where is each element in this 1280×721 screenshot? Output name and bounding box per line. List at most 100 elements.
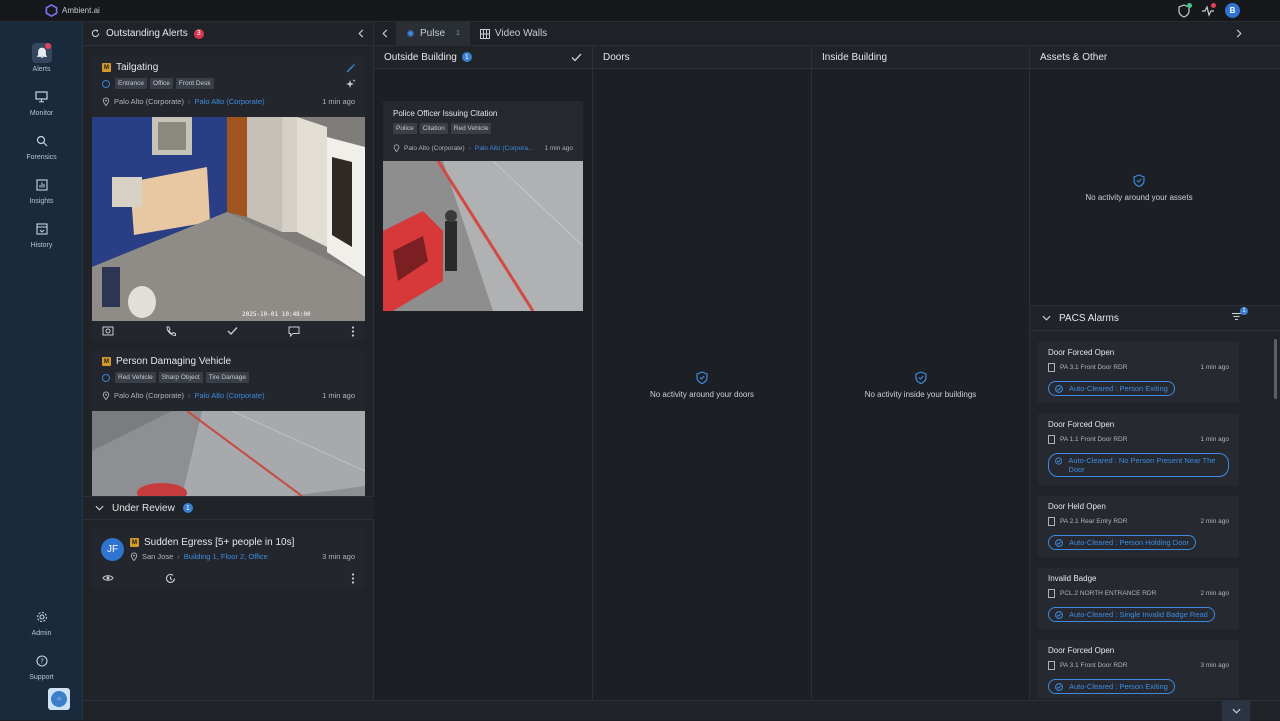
nav-insights[interactable]: Insights [0,170,83,210]
status-ring-icon [102,373,110,382]
auto-cleared-status[interactable]: Auto-Cleared : Person Holding Door [1048,535,1197,550]
magic-wand-icon[interactable] [346,63,356,73]
alarm-reader-row: PA 3.1 Front Door RDR 1 min ago [1048,363,1239,372]
refresh-icon[interactable] [91,29,100,38]
column-header: Inside Building [812,46,1029,69]
event-location-row: Palo Alto (Corporate) › Palo Alto (Corpo… [383,134,583,152]
severity-badge: M [102,357,111,366]
more-options-icon[interactable] [351,572,355,584]
pacs-alarm-item[interactable]: Door Held Open PA 2.1 Rear Entry RDR 2 m… [1038,496,1239,557]
location-pin-icon [130,552,138,561]
grid-icon [479,28,490,39]
phone-icon[interactable] [165,326,176,337]
tag: Front Desk [175,78,214,89]
tab-label: Video Walls [494,28,548,39]
door-reader-icon [1048,661,1055,670]
alert-location-row: Palo Alto (Corporate) › Palo Alto (Corpo… [92,89,365,106]
alarm-title: Door Held Open [1048,502,1106,511]
alert-time: 1 min ago [322,97,355,106]
pacs-alarms-header[interactable]: PACS Alarms 1 [1030,305,1280,331]
column-title: Inside Building [822,51,888,63]
bottom-bar [83,700,1280,721]
alarm-reader: PCL.2 NORTH ENTRANCE RDR [1060,590,1157,597]
view-camera-icon[interactable] [102,326,114,336]
pacs-alarm-item[interactable]: Door Forced Open PA 3.1 Front Door RDR 1… [1038,342,1239,403]
shield-status-icon[interactable] [1177,2,1192,18]
acknowledge-all-check-icon[interactable] [571,53,582,62]
eye-icon[interactable] [102,574,114,582]
app-title: Ambient.ai [62,6,100,15]
pacs-alarm-item[interactable]: Invalid Badge PCL.2 NORTH ENTRANCE RDR 2… [1038,568,1239,629]
tag: Police [393,123,417,134]
event-location-link[interactable]: Palo Alto (Corpora... [475,145,534,152]
more-options-icon[interactable] [351,325,355,337]
review-card-sudden-egress[interactable]: JF M Sudden Egress [5+ people in 10s] Sa… [92,528,365,588]
collapse-drawer-button[interactable] [1222,701,1250,721]
separator: › [188,97,191,106]
nav-alerts[interactable]: Alerts [0,38,83,78]
status-label: Auto-Cleared : No Person Present Near Th… [1068,456,1216,474]
alarm-time: 3 min ago [1200,662,1229,669]
nav-label: Monitor [29,110,54,117]
camera-snapshot-street[interactable] [92,411,365,496]
nav-history[interactable]: History [0,214,83,254]
collapse-panel-icon[interactable] [357,29,365,38]
alert-time: 1 min ago [322,391,355,400]
status-ring-icon [102,79,110,88]
tabs-back-button[interactable] [374,22,396,46]
camera-snapshot-citation[interactable] [383,161,583,311]
inside-empty-state: No activity inside your buildings [812,371,1029,399]
column-header: Outside Building 1 [374,46,592,69]
tab-pulse[interactable]: Pulse 1 [396,21,470,46]
pacs-alarm-item[interactable]: Door Forced Open PA 1.1 Front Door RDR 1… [1038,414,1239,486]
camera-snapshot-lobby[interactable]: 2025-10-01 10:48:00 [92,117,365,321]
top-right-controls: B [1177,2,1240,18]
tag: Citation [419,123,448,134]
user-avatar[interactable]: B [1225,3,1240,18]
org-avatar-icon: ⌂ [51,691,67,707]
nav-support[interactable]: ? Support [0,646,83,686]
empty-message: No activity around your assets [1085,193,1193,202]
nav-admin[interactable]: Admin [0,602,83,642]
alert-card-person-damaging-vehicle[interactable]: M Person Damaging Vehicle Red Vehicle Sh… [92,350,365,496]
auto-cleared-status[interactable]: Auto-Cleared : No Person Present Near Th… [1048,453,1229,477]
alert-title-row: M Person Damaging Vehicle [92,350,365,367]
filter-button[interactable]: 1 [1231,307,1248,324]
chevron-down-icon [95,505,104,511]
tab-count: 1 [456,30,460,37]
alert-location-link[interactable]: Palo Alto (Corporate) [195,97,265,106]
column-header: Assets & Other [1030,46,1280,69]
tabs-forward-button[interactable] [1236,27,1280,41]
event-card-police-citation[interactable]: Police Officer Issuing Citation Police C… [383,101,583,311]
tab-video-walls[interactable]: Video Walls [470,22,557,46]
status-label: Auto-Cleared : Person Exiting [1069,682,1168,691]
auto-cleared-status[interactable]: Auto-Cleared : Person Exiting [1048,679,1175,694]
door-reader-icon [1048,435,1055,444]
alert-location-link[interactable]: Palo Alto (Corporate) [195,391,265,400]
auto-cleared-status[interactable]: Auto-Cleared : Person Exiting [1048,381,1175,396]
resolve-check-icon[interactable] [227,326,238,336]
under-review-header[interactable]: Under Review 1 [83,496,374,520]
nav-monitor[interactable]: Monitor [0,82,83,122]
shield-check-icon [914,371,927,384]
comment-icon[interactable] [288,326,300,337]
org-avatar[interactable]: ⌂ [48,688,70,710]
outstanding-alerts-panel: Outstanding Alerts 3 M Tailgating Entran… [83,22,374,700]
pulse-activity-icon[interactable] [1201,2,1216,18]
nav-forensics[interactable]: Forensics [0,126,83,166]
alarm-reader: PA 3.1 Front Door RDR [1060,662,1128,669]
auto-cleared-status[interactable]: Auto-Cleared : Single Invalid Badge Read [1048,607,1215,622]
sparkle-icon[interactable] [346,78,356,89]
review-location-link[interactable]: Building 1, Floor 2, Office [184,552,268,561]
review-count-badge: 1 [182,503,193,513]
separator: › [177,552,180,561]
brand[interactable]: Ambient.ai [0,4,100,17]
alert-card-tailgating[interactable]: M Tailgating Entrance Office Front Desk … [92,56,365,340]
pacs-scrollbar[interactable] [1274,339,1277,399]
check-circle-icon [1055,384,1063,393]
alarm-reader: PA 2.1 Rear Entry RDR [1060,518,1128,525]
pacs-alarm-item[interactable]: Door Forced Open PA 3.1 Front Door RDR 3… [1038,640,1239,698]
alarm-time: 1 min ago [1200,436,1229,443]
history-icon[interactable] [165,573,176,584]
location-pin-icon [102,391,110,400]
